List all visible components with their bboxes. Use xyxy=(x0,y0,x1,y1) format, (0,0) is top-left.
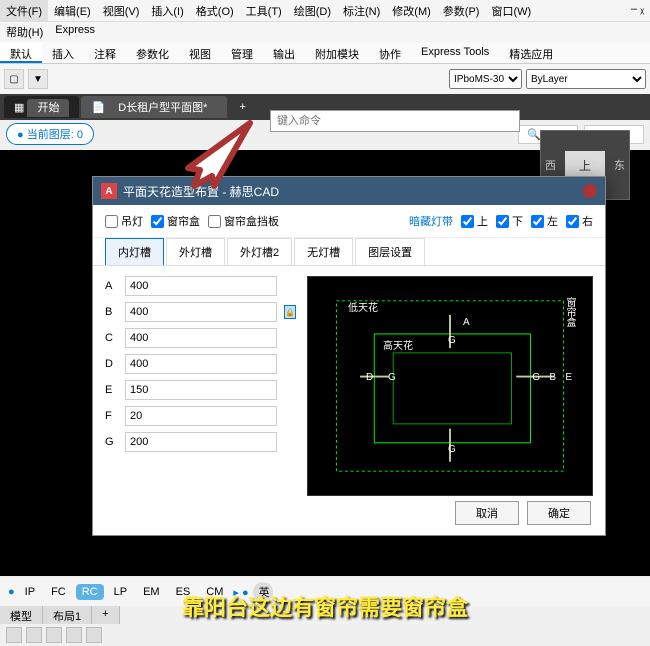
tool-1[interactable]: ▢ xyxy=(4,69,24,89)
footer-icon-2[interactable] xyxy=(26,627,42,643)
ribbon-express[interactable]: Express Tools xyxy=(411,42,499,63)
opt-hanglight[interactable]: 吊灯 xyxy=(105,213,143,229)
menu-window[interactable]: 窗口(W) xyxy=(485,0,537,21)
opt-up[interactable]: 上 xyxy=(461,213,488,229)
dialog-tabs: 内灯槽 外灯槽 外灯槽2 无灯槽 图层设置 xyxy=(93,238,605,266)
footer-icon-1[interactable] xyxy=(6,627,22,643)
label-f: F xyxy=(105,410,119,422)
footer-icon-3[interactable] xyxy=(46,627,62,643)
annotation-arrow-icon xyxy=(170,120,260,190)
command-input[interactable] xyxy=(270,110,520,132)
nav-east[interactable]: 东 xyxy=(614,157,625,173)
opt-baffle[interactable]: 窗帘盒挡板 xyxy=(208,213,279,229)
ribbon-collab[interactable]: 协作 xyxy=(369,42,411,63)
window-controls[interactable]: ‒ ᵪ xyxy=(625,0,650,21)
preview-low: 低天花 xyxy=(348,299,378,314)
field-a[interactable] xyxy=(125,276,277,296)
ribbon-param[interactable]: 参数化 xyxy=(126,42,179,63)
menu-draw[interactable]: 绘图(D) xyxy=(288,0,337,21)
label-a: A xyxy=(105,280,119,292)
menu-param[interactable]: 参数(P) xyxy=(437,0,486,21)
tool-2[interactable]: ▼ xyxy=(28,69,48,89)
preview-b: B xyxy=(549,372,556,383)
menu-tools[interactable]: 工具(T) xyxy=(240,0,288,21)
preview-d: D xyxy=(366,372,373,383)
nav-west[interactable]: 西 xyxy=(545,157,556,173)
ribbon-annotate[interactable]: 注释 xyxy=(84,42,126,63)
field-e[interactable] xyxy=(125,380,277,400)
menu-dim[interactable]: 标注(N) xyxy=(337,0,386,21)
footer-icon-4[interactable] xyxy=(66,627,82,643)
tab-outer2[interactable]: 外灯槽2 xyxy=(227,238,292,265)
field-c[interactable] xyxy=(125,328,277,348)
doc-tab[interactable]: 📄 D长租户型平面图* xyxy=(81,96,227,118)
dialog-options-row: 吊灯 窗帘盒 窗帘盒挡板 暗藏灯带 上 下 左 右 xyxy=(93,205,605,238)
close-icon[interactable] xyxy=(583,184,597,198)
start-tab[interactable]: ▦ 开始 xyxy=(4,96,79,118)
opt-curtainbox[interactable]: 窗帘盒 xyxy=(151,213,200,229)
ribbon-default[interactable]: 默认 xyxy=(0,42,42,63)
field-g[interactable] xyxy=(125,432,277,452)
tab-none[interactable]: 无灯槽 xyxy=(294,238,353,265)
tab-layers[interactable]: 图层设置 xyxy=(355,238,425,265)
ribbon-addin[interactable]: 附加模块 xyxy=(305,42,369,63)
menu-insert[interactable]: 插入(I) xyxy=(145,0,189,21)
menu-view[interactable]: 视图(V) xyxy=(97,0,146,21)
ceiling-layout-dialog: A 平面天花造型布置 - 赫思CAD 吊灯 窗帘盒 窗帘盒挡板 暗藏灯带 上 下… xyxy=(92,176,606,536)
label-b: B xyxy=(105,306,119,318)
menu-file[interactable]: 文件(F) xyxy=(0,0,48,21)
preview-e: E xyxy=(565,372,572,383)
ribbon-insert[interactable]: 插入 xyxy=(42,42,84,63)
preview-a: A xyxy=(463,317,470,328)
ribbon-manage[interactable]: 管理 xyxy=(221,42,263,63)
label-g: G xyxy=(105,436,119,448)
preview-curtain: 窗帘盒 xyxy=(562,297,577,327)
footer-toolbar xyxy=(0,624,650,646)
footer-icon-5[interactable] xyxy=(86,627,102,643)
cancel-button[interactable]: 取消 xyxy=(455,501,519,525)
preview-g1: G xyxy=(388,372,396,383)
ok-button[interactable]: 确定 xyxy=(527,501,591,525)
lock-icon[interactable]: 🔒 xyxy=(284,305,296,319)
ribbon-view[interactable]: 视图 xyxy=(179,42,221,63)
label-e: E xyxy=(105,384,119,396)
opt-left[interactable]: 左 xyxy=(531,213,558,229)
menu-help[interactable]: 帮助(H) xyxy=(0,22,49,42)
menubar: 文件(F) 编辑(E) 视图(V) 插入(I) 格式(O) 工具(T) 绘图(D… xyxy=(0,0,650,22)
help-row: 帮助(H) Express xyxy=(0,22,650,42)
label-c: C xyxy=(105,332,119,344)
tab-outer[interactable]: 外灯槽 xyxy=(166,238,225,265)
opt-down[interactable]: 下 xyxy=(496,213,523,229)
preview-g3: G xyxy=(532,372,540,383)
field-f[interactable] xyxy=(125,406,277,426)
label-d: D xyxy=(105,358,119,370)
properties-toolbar: ▢ ▼ IPboMS-30 ByLayer xyxy=(0,64,650,94)
menu-edit[interactable]: 编辑(E) xyxy=(48,0,97,21)
menu-format[interactable]: 格式(O) xyxy=(190,0,240,21)
linetype-combo[interactable]: IPboMS-30 xyxy=(449,69,522,89)
preview-pane: 低天花 高天花 窗帘盒 D G A G G B E G xyxy=(307,276,593,496)
add-tab[interactable]: + xyxy=(229,98,255,116)
video-subtitle: 靠阳台这边有窗帘需要窗帘盒 xyxy=(0,590,650,622)
opt-right[interactable]: 右 xyxy=(566,213,593,229)
menu-modify[interactable]: 修改(M) xyxy=(386,0,437,21)
app-icon: A xyxy=(101,183,117,199)
preview-g4: G xyxy=(448,444,456,455)
preview-high: 高天花 xyxy=(383,337,413,352)
field-b[interactable] xyxy=(125,302,277,322)
preview-g2: G xyxy=(448,335,456,346)
field-d[interactable] xyxy=(125,354,277,374)
ribbon-featured[interactable]: 精选应用 xyxy=(499,42,563,63)
dimension-fields: A B 🔒 C D E F G xyxy=(105,276,297,496)
current-layer-pill[interactable]: ● 当前图层: 0 xyxy=(6,123,94,145)
menu-express[interactable]: Express xyxy=(49,22,101,42)
hidden-light-label: 暗藏灯带 xyxy=(409,213,453,229)
ribbon-output[interactable]: 输出 xyxy=(263,42,305,63)
color-combo[interactable]: ByLayer xyxy=(526,69,646,89)
ribbon-tabs: 默认 插入 注释 参数化 视图 管理 输出 附加模块 协作 Express To… xyxy=(0,42,650,64)
tab-inner[interactable]: 内灯槽 xyxy=(105,238,164,265)
